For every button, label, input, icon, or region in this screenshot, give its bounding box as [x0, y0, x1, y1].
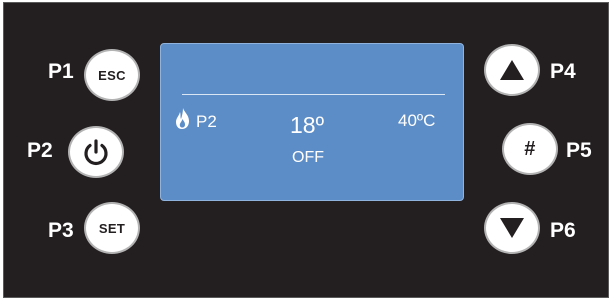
p3-label: P3 — [48, 219, 74, 242]
p2-label: P2 — [27, 139, 53, 162]
p6-label: P6 — [550, 219, 576, 242]
up-button[interactable] — [484, 44, 540, 96]
hash-button-text: # — [524, 137, 536, 160]
flame-icon — [176, 108, 189, 129]
set-button[interactable]: SET — [84, 202, 140, 254]
program-indicator: P2 — [196, 112, 217, 131]
power-button[interactable] — [68, 126, 124, 178]
power-icon — [84, 139, 108, 166]
down-button[interactable] — [484, 202, 540, 254]
setpoint-temperature: 40ºC — [398, 111, 436, 130]
set-button-text: SET — [98, 220, 126, 236]
hash-button[interactable]: # — [502, 123, 558, 175]
p1-label: P1 — [48, 60, 74, 83]
esc-button-text: ESC — [98, 67, 126, 83]
esc-button[interactable]: ESC — [84, 49, 140, 101]
arrow-up-icon — [500, 60, 524, 80]
status-text: OFF — [292, 149, 324, 166]
current-temperature: 18º — [290, 112, 324, 138]
p4-label: P4 — [550, 60, 576, 83]
arrow-down-icon — [500, 218, 524, 238]
screen-divider — [182, 94, 445, 95]
p5-label: P5 — [566, 139, 592, 162]
lcd-screen: P2 18º 40ºC OFF — [160, 43, 464, 201]
